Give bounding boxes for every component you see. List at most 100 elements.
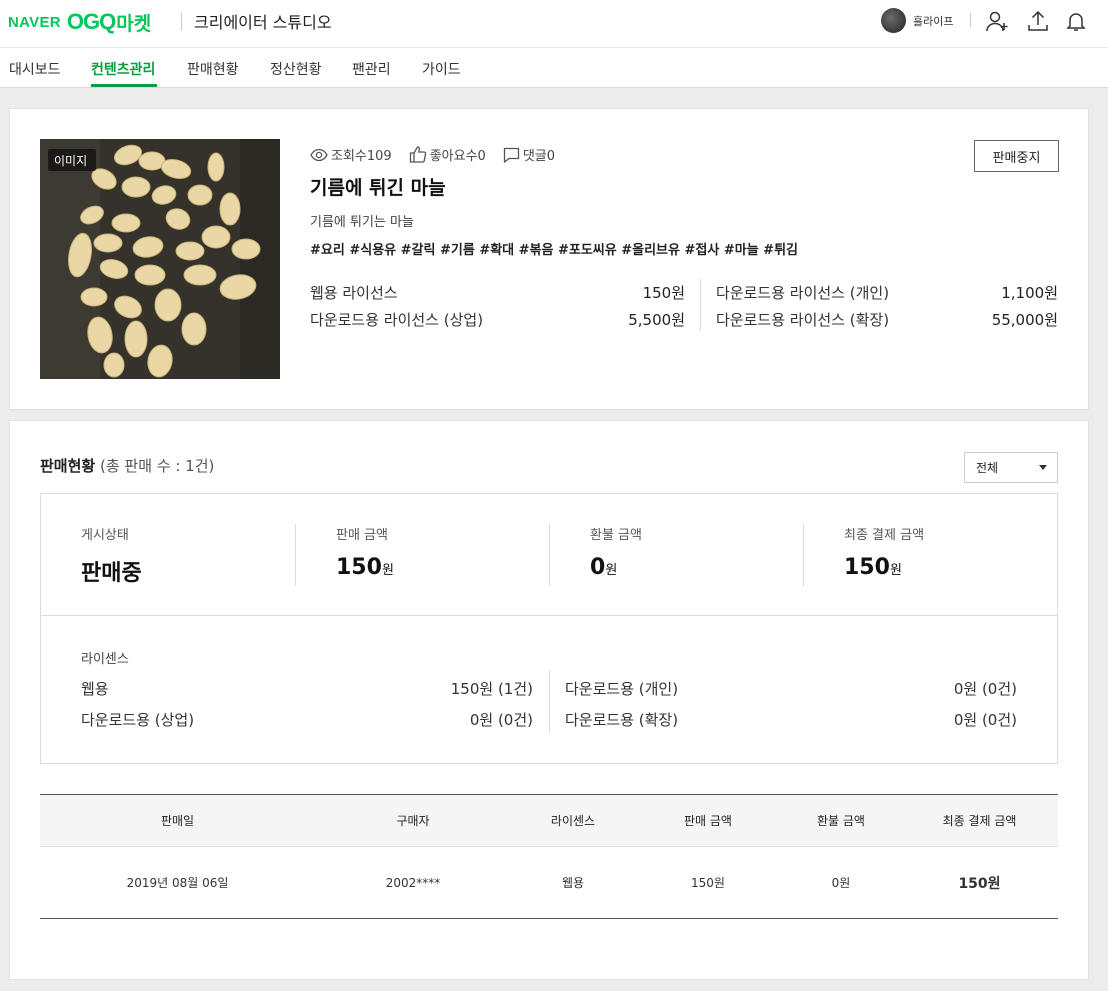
upload-icon (1028, 10, 1048, 31)
content-tags: #요리 #식용유 #갈릭 #기름 #확대 #볶음 #포도씨유 #올리브유 #접사… (310, 243, 798, 258)
summary-status: 게시상태 판매중 (81, 524, 142, 587)
cell-final-amount: 150원 (958, 875, 1001, 892)
cell-date: 2019년 08월 06일 (126, 876, 229, 890)
content-description: 기름에 튀기는 마늘 (310, 215, 414, 230)
eye-icon (310, 148, 328, 161)
column-header-sale-amount: 판매 금액 (684, 814, 732, 828)
caret-down-icon (1039, 465, 1047, 470)
summary-status-label: 게시상태 (81, 528, 129, 543)
breakdown-value-commercial: 0원 (0건) (469, 711, 533, 729)
cell-sale-amount: 150원 (691, 876, 725, 890)
sales-summary-box: 게시상태 판매중 판매 금액 150원 환불 금액 0원 최종 결제 금액 15… (40, 493, 1058, 764)
column-header-refund-amount: 환불 금액 (817, 814, 865, 828)
column-header-final-amount: 최종 결제 금액 (942, 814, 1017, 828)
summary-final-label: 최종 결제 금액 (844, 528, 925, 543)
logo-market-text: 마켓 (116, 12, 152, 35)
bell-icon (1066, 13, 1086, 31)
license-divider (700, 279, 701, 331)
summary-final-amount: 최종 결제 금액 150원 (844, 524, 924, 580)
nav-dashboard[interactable]: 대시보드 (9, 59, 61, 79)
license-price-web: 150원 (642, 284, 685, 302)
add-user-icon (986, 11, 1008, 32)
sales-heading-total: (총 판매 수 : 1건) (99, 457, 215, 475)
nav-fan-management[interactable]: 팬관리 (352, 59, 391, 79)
license-label-commercial: 다운로드용 라이선스 (상업) (310, 311, 484, 329)
thumbnail-type-label: 이미지 (54, 154, 88, 168)
summary-status-value: 판매중 (81, 561, 142, 586)
breakdown-divider (549, 670, 550, 734)
summary-sale-value: 150원 (336, 555, 394, 580)
cell-refund-amount: 0원 (831, 876, 851, 890)
nav-active-underline (91, 84, 157, 87)
summary-separator (41, 615, 1057, 616)
license-price-extended: 55,000원 (991, 311, 1058, 329)
license-price-commercial: 5,500원 (628, 311, 685, 329)
sales-filter-select[interactable]: 전체 (964, 452, 1058, 483)
table-header-row: 판매일 구매자 라이센스 판매 금액 환불 금액 최종 결제 금액 (40, 795, 1058, 847)
column-header-date: 판매일 (160, 814, 195, 828)
cell-buyer: 2002**** (385, 875, 441, 890)
stop-sale-button[interactable]: 판매중지 (974, 140, 1059, 172)
summary-refund-amount: 환불 금액 0원 (590, 524, 642, 580)
license-label-extended: 다운로드용 라이선스 (확장) (716, 311, 890, 329)
user-profile[interactable]: 흘라이프 (881, 8, 953, 33)
logo-ogq-text: OGQ (66, 9, 116, 34)
summary-divider (803, 524, 804, 586)
license-label-personal: 다운로드용 라이선스 (개인) (716, 284, 890, 302)
logo-divider (181, 12, 182, 30)
comment-count-text: 댓글0 (522, 149, 556, 164)
content-detail-panel: 이미지 조회수109 좋아요수0 댓글0 기름에 튀긴 마늘 기름에 튀기는 마… (9, 108, 1089, 410)
summary-refund-label: 환불 금액 (590, 528, 642, 543)
user-divider (970, 13, 971, 27)
view-count: 조회수109 (310, 145, 392, 164)
main-nav: 대시보드 컨텐츠관리 판매현황 정산현황 팬관리 가이드 (0, 48, 1108, 88)
user-name: 흘라이프 (913, 14, 954, 28)
summary-refund-value: 0원 (590, 555, 618, 580)
sales-heading-title: 판매현황 (40, 457, 96, 475)
breakdown-label-commercial: 다운로드용 (상업) (81, 711, 195, 729)
nav-guide[interactable]: 가이드 (422, 59, 461, 79)
studio-title[interactable]: 크리에이터 스튜디오 (194, 9, 332, 33)
summary-sale-label: 판매 금액 (336, 528, 388, 543)
garlic-image (40, 139, 280, 379)
avatar (881, 8, 906, 33)
add-user-button[interactable] (984, 8, 1010, 34)
summary-sale-amount: 판매 금액 150원 (336, 524, 394, 580)
sales-panel: 판매현황 (총 판매 수 : 1건) 전체 게시상태 판매중 판매 금액 150… (9, 420, 1089, 980)
notification-button[interactable] (1063, 8, 1089, 34)
summary-divider (549, 524, 550, 586)
breakdown-value-extended: 0원 (0건) (953, 711, 1017, 729)
summary-final-value: 150원 (844, 555, 902, 580)
breakdown-value-web: 150원 (1건) (450, 680, 533, 698)
breakdown-label-personal: 다운로드용 (개인) (565, 680, 679, 698)
column-header-license: 라이센스 (550, 814, 596, 828)
comment-icon (503, 147, 519, 163)
like-count-text: 좋아요수0 (429, 149, 486, 164)
breakdown-value-personal: 0원 (0건) (953, 680, 1017, 698)
license-price-personal: 1,100원 (1001, 284, 1058, 302)
cell-license: 웹용 (561, 876, 585, 890)
naver-ogq-market-logo[interactable]: NAVER OGQ 마켓 (8, 9, 152, 35)
content-thumbnail[interactable]: 이미지 (40, 139, 280, 379)
nav-settlement-status[interactable]: 정산현황 (270, 59, 322, 79)
like-count: 좋아요수0 (409, 145, 486, 164)
comment-count: 댓글0 (503, 145, 555, 164)
license-breakdown-title: 라이센스 (81, 652, 129, 667)
nav-content-management[interactable]: 컨텐츠관리 (91, 59, 155, 79)
sales-heading: 판매현황 (총 판매 수 : 1건) (40, 455, 214, 476)
upload-button[interactable] (1025, 8, 1051, 34)
breakdown-label-extended: 다운로드용 (확장) (565, 711, 679, 729)
table-row: 2019년 08월 06일 2002**** 웹용 150원 0원 150원 (40, 847, 1058, 918)
breakdown-label-web: 웹용 (81, 680, 109, 698)
filter-selected-value: 전체 (976, 461, 999, 475)
logo-naver-text: NAVER (8, 13, 61, 31)
summary-divider (295, 524, 296, 586)
license-label-web: 웹용 라이선스 (310, 284, 398, 302)
column-header-buyer: 구매자 (396, 814, 430, 828)
sales-table: 판매일 구매자 라이센스 판매 금액 환불 금액 최종 결제 금액 2019년 … (40, 794, 1058, 919)
content-title: 기름에 튀긴 마늘 (310, 177, 446, 199)
thumbs-up-icon (409, 146, 426, 163)
content-stats: 조회수109 좋아요수0 댓글0 (310, 145, 572, 164)
view-count-text: 조회수109 (331, 149, 392, 164)
nav-sales-status[interactable]: 판매현황 (187, 59, 239, 79)
